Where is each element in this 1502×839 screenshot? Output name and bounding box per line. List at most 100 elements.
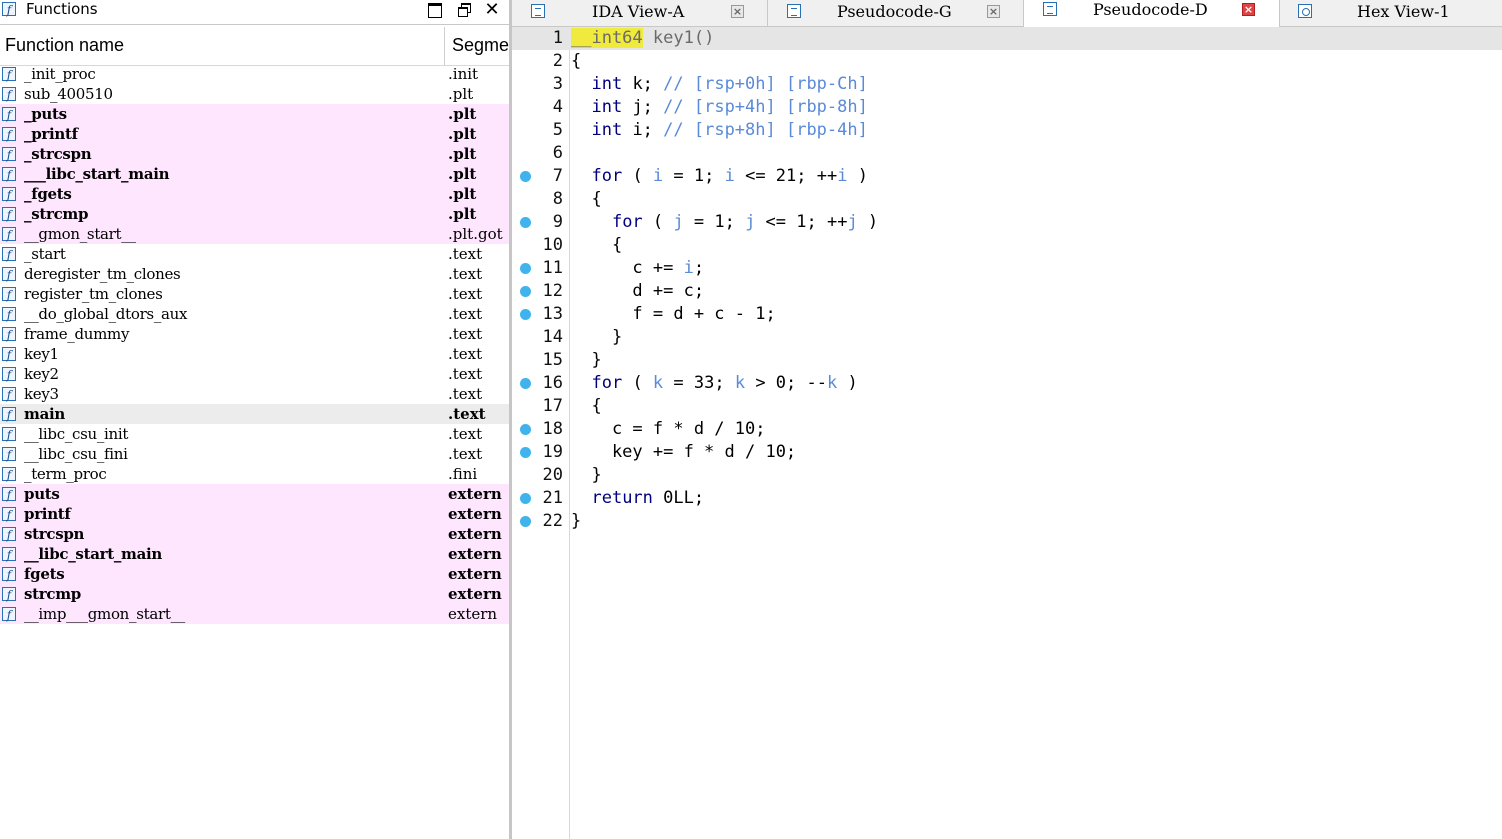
code-text[interactable]: c = f * d / 10; bbox=[571, 418, 766, 441]
column-header-segment[interactable]: Segment bbox=[452, 35, 509, 56]
code-text[interactable]: int j; // [rsp+4h] [rbp-8h] bbox=[571, 96, 867, 119]
tab-pseudocode-d[interactable]: Pseudocode-D × bbox=[1024, 0, 1280, 27]
function-row[interactable]: f key1 .text bbox=[0, 344, 509, 364]
functions-titlebar[interactable]: f Functions ✕ bbox=[0, 0, 509, 25]
column-divider[interactable] bbox=[444, 27, 445, 65]
pseudocode-view[interactable]: 1 __int64 key1() 2{3 int k; // [rsp+0h] [r… bbox=[512, 27, 1502, 839]
code-token[interactable]: = 1; bbox=[684, 212, 745, 232]
function-row[interactable]: f main .text bbox=[0, 404, 509, 424]
code-token[interactable]: } bbox=[571, 511, 581, 531]
function-row[interactable]: f __libc_csu_init .text bbox=[0, 424, 509, 444]
code-line[interactable]: 5 int i; // [rsp+8h] [rbp-4h] bbox=[512, 119, 1502, 142]
function-row[interactable]: f _fgets .plt bbox=[0, 184, 509, 204]
code-token[interactable]: c = f * d / 10; bbox=[571, 419, 766, 439]
code-line[interactable]: 14 } bbox=[512, 326, 1502, 349]
code-text[interactable]: int k; // [rsp+0h] [rbp-Ch] bbox=[571, 73, 867, 96]
code-text[interactable]: { bbox=[571, 50, 581, 73]
maximize-button[interactable] bbox=[427, 2, 443, 18]
code-text[interactable]: } bbox=[571, 464, 601, 487]
function-row[interactable]: f _strcmp .plt bbox=[0, 204, 509, 224]
breakpoint-dot-icon[interactable] bbox=[520, 516, 531, 527]
breakpoint-dot-icon[interactable] bbox=[520, 447, 531, 458]
code-token[interactable]: = 1; bbox=[663, 166, 724, 186]
code-token[interactable]: { bbox=[571, 396, 601, 416]
code-line[interactable]: 9 for ( j = 1; j <= 1; ++j ) bbox=[512, 211, 1502, 234]
code-text[interactable]: return 0LL; bbox=[571, 487, 704, 510]
code-token[interactable]: j bbox=[847, 212, 857, 232]
code-token[interactable]: <= 1; ++ bbox=[755, 212, 848, 232]
code-text[interactable]: for ( j = 1; j <= 1; ++j ) bbox=[571, 211, 878, 234]
breakpoint-dot-icon[interactable] bbox=[520, 493, 531, 504]
function-row[interactable]: f puts extern bbox=[0, 484, 509, 504]
code-text[interactable]: } bbox=[571, 349, 601, 372]
code-token[interactable]: key += f * d / 10; bbox=[571, 442, 796, 462]
code-text[interactable]: f = d + c - 1; bbox=[571, 303, 775, 326]
code-token[interactable]: c += bbox=[571, 258, 684, 278]
close-tab-icon[interactable]: × bbox=[1242, 3, 1255, 16]
function-row[interactable]: f printf extern bbox=[0, 504, 509, 524]
function-row[interactable]: f ___libc_start_main .plt bbox=[0, 164, 509, 184]
breakpoint-dot-icon[interactable] bbox=[520, 217, 531, 228]
code-line[interactable]: 21 return 0LL; bbox=[512, 487, 1502, 510]
code-text[interactable]: { bbox=[571, 188, 601, 211]
code-line[interactable]: 12 d += c; bbox=[512, 280, 1502, 303]
tab-hex-view-1[interactable]: Hex View-1 bbox=[1280, 0, 1502, 26]
code-token[interactable]: j bbox=[673, 212, 683, 232]
restore-button[interactable] bbox=[457, 2, 473, 18]
code-token[interactable]: ) bbox=[837, 373, 857, 393]
function-row[interactable]: f __do_global_dtors_aux .text bbox=[0, 304, 509, 324]
function-row[interactable]: f _start .text bbox=[0, 244, 509, 264]
code-token[interactable]: i bbox=[837, 166, 847, 186]
code-token[interactable]: ) bbox=[847, 166, 868, 186]
code-token[interactable]: for ( bbox=[571, 212, 673, 232]
breakpoint-dot-icon[interactable] bbox=[520, 309, 531, 320]
function-row[interactable]: f key2 .text bbox=[0, 364, 509, 384]
code-text[interactable]: __int64 key1() bbox=[571, 27, 714, 50]
tab-pseudocode-g[interactable]: Pseudocode-G × bbox=[768, 0, 1024, 26]
function-row[interactable]: f _puts .plt bbox=[0, 104, 509, 124]
code-token[interactable]: = 33; bbox=[663, 373, 735, 393]
function-row[interactable]: f _term_proc .fini bbox=[0, 464, 509, 484]
code-text[interactable]: d += c; bbox=[571, 280, 704, 303]
function-row[interactable]: f register_tm_clones .text bbox=[0, 284, 509, 304]
breakpoint-dot-icon[interactable] bbox=[520, 424, 531, 435]
code-text[interactable]: { bbox=[571, 395, 601, 418]
code-token[interactable]: i bbox=[653, 166, 663, 186]
function-row[interactable]: f __libc_csu_fini .text bbox=[0, 444, 509, 464]
function-row[interactable]: f frame_dummy .text bbox=[0, 324, 509, 344]
code-token[interactable]: d += c; bbox=[571, 281, 704, 301]
code-text[interactable]: key += f * d / 10; bbox=[571, 441, 796, 464]
code-token[interactable]: key1() bbox=[643, 28, 714, 48]
code-text[interactable]: int i; // [rsp+8h] [rbp-4h] bbox=[571, 119, 867, 142]
code-text[interactable]: } bbox=[571, 510, 581, 533]
breakpoint-dot-icon[interactable] bbox=[520, 378, 531, 389]
code-line[interactable]: 8 { bbox=[512, 188, 1502, 211]
code-token[interactable]: } bbox=[571, 465, 601, 485]
tab-ida-view-a[interactable]: IDA View-A × bbox=[512, 0, 768, 26]
code-text[interactable]: } bbox=[571, 326, 622, 349]
code-token[interactable]: return 0LL; bbox=[571, 488, 704, 508]
breakpoint-dot-icon[interactable] bbox=[520, 263, 531, 274]
function-row[interactable]: f __imp___gmon_start__ extern bbox=[0, 604, 509, 624]
code-token[interactable]: k bbox=[653, 373, 663, 393]
code-token[interactable]: i bbox=[684, 258, 694, 278]
code-text[interactable]: for ( k = 33; k > 0; --k ) bbox=[571, 372, 857, 395]
column-header-function-name[interactable]: Function name bbox=[5, 35, 124, 56]
code-line[interactable]: 20 } bbox=[512, 464, 1502, 487]
code-token[interactable]: ) bbox=[858, 212, 878, 232]
code-token[interactable]: k bbox=[827, 373, 837, 393]
function-row[interactable]: f key3 .text bbox=[0, 384, 509, 404]
code-line[interactable]: 10 { bbox=[512, 234, 1502, 257]
code-token[interactable]: int j; bbox=[571, 97, 663, 117]
breakpoint-dot-icon[interactable] bbox=[520, 171, 531, 182]
function-row[interactable]: f __libc_start_main extern bbox=[0, 544, 509, 564]
function-row[interactable]: f _strcspn .plt bbox=[0, 144, 509, 164]
code-token[interactable]: ; bbox=[694, 258, 704, 278]
function-row[interactable]: f fgets extern bbox=[0, 564, 509, 584]
function-row[interactable]: f strcspn extern bbox=[0, 524, 509, 544]
code-token[interactable]: { bbox=[571, 189, 601, 209]
code-token[interactable]: } bbox=[571, 327, 622, 347]
close-panel-button[interactable]: ✕ bbox=[484, 1, 500, 19]
code-token[interactable]: for ( bbox=[571, 166, 653, 186]
code-line[interactable]: 16 for ( k = 33; k > 0; --k ) bbox=[512, 372, 1502, 395]
